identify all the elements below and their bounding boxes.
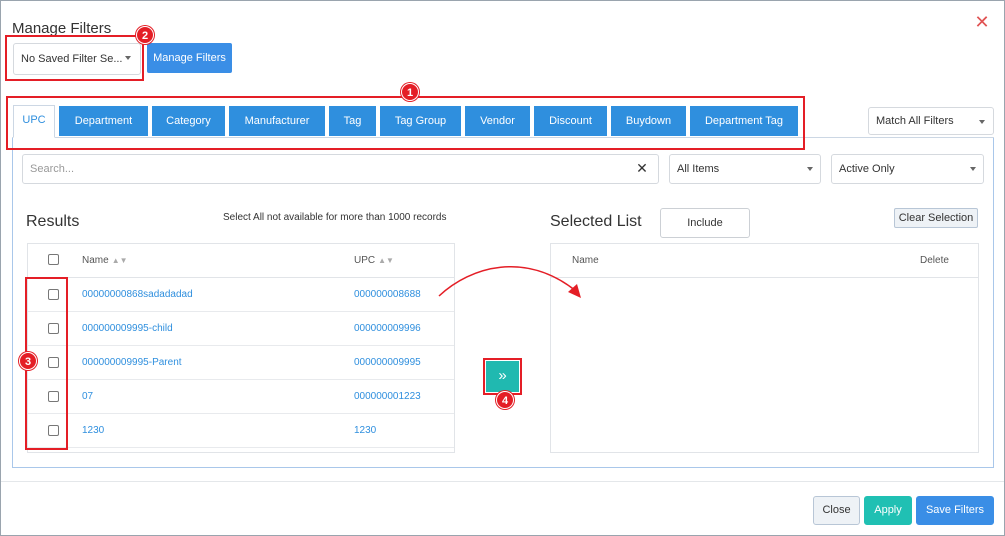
chevron-down-icon [807,167,813,171]
row-checkbox[interactable] [48,357,59,368]
table-row: 000000009995-Parent 000000009995 [28,346,454,380]
tab-category[interactable]: Category [152,106,225,136]
tab-department-tag[interactable]: Department Tag [690,106,798,136]
sort-icon: ▲▼ [111,256,128,265]
items-select[interactable]: All Items [669,154,821,184]
selected-list-table: Name Delete [550,243,979,453]
row-upc-link[interactable]: 000000008688 [354,289,421,300]
annotation-badge-3: 3 [19,352,37,370]
annotation-badge-4: 4 [496,391,514,409]
row-upc-link[interactable]: 1230 [354,425,376,436]
results-table: Name ▲▼ UPC ▲▼ 00000000868sadadadad 000000… [27,243,455,453]
add-to-selected-button[interactable]: » [486,361,519,392]
search-placeholder: Search... [30,163,75,175]
tab-department[interactable]: Department [59,106,148,136]
column-header-name[interactable]: Name ▲▼ [82,255,128,266]
manage-filters-dialog: Manage Filters ✕ No Saved Filter Se... M… [0,0,1005,536]
include-toggle-button[interactable]: Include [660,208,750,238]
search-input[interactable]: Search... [22,154,659,184]
column-header-upc[interactable]: UPC ▲▼ [354,255,394,266]
column-header-delete: Delete [920,255,949,266]
annotation-badge-1: 1 [401,83,419,101]
row-name-link[interactable]: 000000009995-Parent [82,357,182,368]
clear-selection-button[interactable]: Clear Selection [894,208,978,228]
tab-vendor[interactable]: Vendor [465,106,530,136]
row-name-link[interactable]: 1230 [82,425,104,436]
match-filters-value: Match All Filters [876,115,954,127]
results-header-row: Name ▲▼ UPC ▲▼ [28,244,454,278]
status-select[interactable]: Active Only [831,154,984,184]
table-row: 07 000000001223 [28,380,454,414]
sort-icon: ▲▼ [378,256,394,265]
tab-discount[interactable]: Discount [534,106,607,136]
select-all-note: Select All not available for more than 1… [223,212,447,223]
row-name-link[interactable]: 000000009995-child [82,323,173,334]
table-row: 00000000868sadadadad 000000008688 [28,278,454,312]
clear-search-icon[interactable]: ✕ [635,160,649,176]
table-row: 1230 1230 [28,414,454,448]
annotation-badge-2: 2 [136,26,154,44]
save-filters-button[interactable]: Save Filters [916,496,994,525]
row-checkbox[interactable] [48,323,59,334]
items-select-value: All Items [677,163,720,175]
close-icon[interactable]: ✕ [973,13,991,31]
row-checkbox[interactable] [48,391,59,402]
tab-tag-group[interactable]: Tag Group [380,106,461,136]
row-upc-link[interactable]: 000000001223 [354,391,421,402]
results-heading: Results [26,213,80,230]
dialog-title: Manage Filters [12,20,112,37]
tab-upc[interactable]: UPC [13,105,55,138]
chevron-down-icon [970,167,976,171]
table-row: 000000009995-child 000000009996 [28,312,454,346]
close-button[interactable]: Close [813,496,860,525]
row-name-link[interactable]: 00000000868sadadadad [82,289,193,300]
select-all-checkbox[interactable] [48,254,59,265]
chevron-down-icon [979,120,985,124]
row-upc-link[interactable]: 000000009995 [354,357,421,368]
selected-header-row: Name Delete [551,244,978,278]
apply-button[interactable]: Apply [864,496,912,525]
selected-list-heading: Selected List [550,213,642,230]
row-name-link[interactable]: 07 [82,391,93,402]
tab-manufacturer[interactable]: Manufacturer [229,106,325,136]
row-upc-link[interactable]: 000000009996 [354,323,421,334]
annotation-arrow [438,266,581,298]
row-checkbox[interactable] [48,289,59,300]
footer-divider [1,481,1004,482]
saved-filter-value: No Saved Filter Se... [21,53,123,65]
match-filters-select[interactable]: Match All Filters [868,107,994,135]
tab-buydown[interactable]: Buydown [611,106,686,136]
saved-filter-select[interactable]: No Saved Filter Se... [13,43,141,75]
row-checkbox[interactable] [48,425,59,436]
annotation-arrow-curve [438,266,577,297]
manage-filters-button[interactable]: Manage Filters [147,43,232,73]
status-select-value: Active Only [839,163,895,175]
chevron-down-icon [125,56,131,60]
tab-tag[interactable]: Tag [329,106,376,136]
